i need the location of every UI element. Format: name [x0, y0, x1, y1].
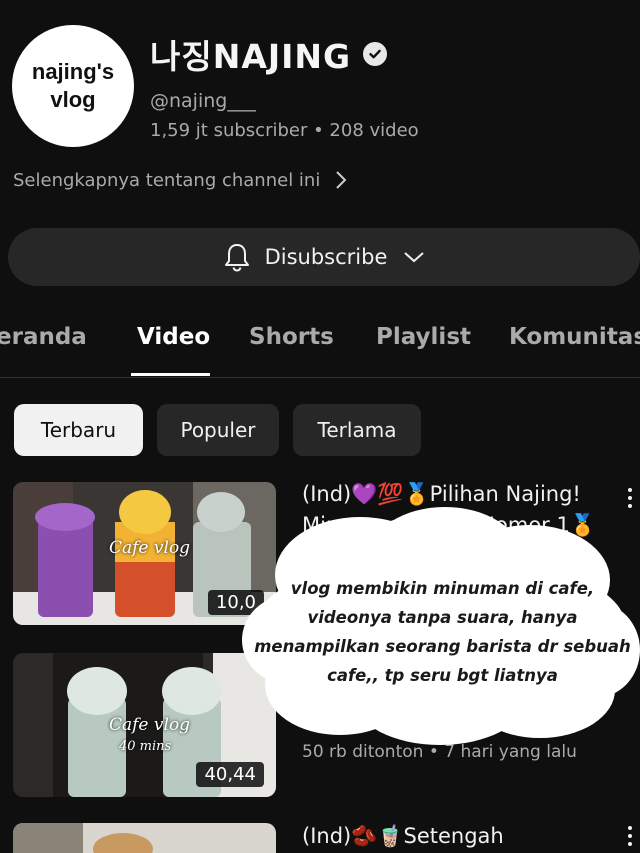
- more-vert-icon[interactable]: [628, 826, 632, 846]
- subscribe-button[interactable]: Disubscribe: [8, 228, 640, 286]
- channel-name: 나징NAJING: [150, 30, 388, 78]
- filter-chip-populer[interactable]: Populer: [157, 404, 279, 456]
- tab-komunitas[interactable]: Komunitas: [509, 324, 640, 350]
- tab-video[interactable]: Video: [137, 324, 210, 350]
- filter-chip-terbaru[interactable]: Terbaru: [14, 404, 143, 456]
- avatar-text-line2: vlog: [50, 87, 96, 112]
- channel-about-link[interactable]: Selengkapnya tentang channel ini: [13, 169, 348, 191]
- video-duration: 40,44: [196, 762, 264, 787]
- avatar-text-line1: najing's: [31, 59, 115, 84]
- verified-icon: [363, 42, 388, 66]
- thumbnail-image: [13, 823, 276, 853]
- channel-tabs: eranda Video Shorts Playlist Komunitas: [0, 318, 640, 378]
- chevron-right-icon: [334, 169, 348, 191]
- channel-stats: 1,59 jt subscriber • 208 video: [150, 120, 419, 141]
- channel-about-label: Selengkapnya tentang channel ini: [13, 169, 321, 191]
- video-thumbnail[interactable]: Cafe vlog 40 mins 40,44: [13, 653, 276, 797]
- filter-chip-terlama[interactable]: Terlama: [293, 404, 421, 456]
- chevron-down-icon: [403, 250, 425, 264]
- thumbnail-caption-sub: 40 mins: [119, 739, 172, 754]
- channel-handle: @najing___: [150, 90, 256, 112]
- thumbnail-caption: Cafe vlog: [109, 538, 191, 558]
- bell-icon: [223, 242, 251, 272]
- video-thumbnail[interactable]: [13, 823, 276, 853]
- tab-shorts[interactable]: Shorts: [249, 324, 334, 350]
- video-thumbnail[interactable]: Cafe vlog 10,0: [13, 482, 276, 625]
- overlay-note-text: vlog membikin minuman di cafe, videonya …: [254, 579, 631, 685]
- thumbnail-caption: Cafe vlog: [109, 715, 191, 735]
- tab-beranda[interactable]: eranda: [0, 324, 87, 350]
- channel-avatar[interactable]: najing's vlog: [12, 25, 134, 147]
- video-title[interactable]: (Ind)🫘🧋Setengah: [302, 824, 504, 849]
- tab-playlist[interactable]: Playlist: [376, 324, 471, 350]
- active-tab-indicator: [131, 373, 210, 376]
- channel-name-text: 나징NAJING: [150, 37, 352, 76]
- subscribe-label: Disubscribe: [264, 245, 388, 269]
